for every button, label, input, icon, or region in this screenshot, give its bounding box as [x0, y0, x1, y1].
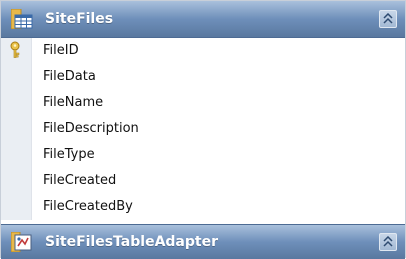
table-adapter-icon [10, 231, 33, 256]
collapse-table-button[interactable] [379, 10, 397, 28]
row-gutter [1, 116, 32, 142]
column-row[interactable]: FileName [1, 90, 405, 116]
chevron-up-double-icon [383, 236, 393, 247]
column-name: FileID [43, 43, 79, 58]
dataset-table-designer: SiteFiles FileID FileData FileName FileD… [0, 0, 406, 259]
table-adapter-title: SiteFilesTableAdapter [45, 234, 218, 250]
column-row[interactable]: FileCreated [1, 168, 405, 194]
collapse-adapter-button[interactable] [379, 233, 397, 251]
column-name: FileData [43, 69, 96, 84]
primary-key-icon [9, 41, 21, 63]
chevron-up-double-icon [383, 13, 393, 24]
column-name: FileCreatedBy [43, 199, 133, 214]
column-row[interactable]: FileCreatedBy [1, 194, 405, 220]
column-name: FileCreated [43, 173, 117, 188]
table-adapter-header[interactable]: SiteFilesTableAdapter [1, 224, 405, 259]
column-row[interactable]: FileType [1, 142, 405, 168]
table-header[interactable]: SiteFiles [1, 1, 405, 38]
row-gutter [1, 38, 32, 64]
column-list: FileID FileData FileName FileDescription… [1, 38, 405, 220]
row-gutter [1, 168, 32, 194]
row-gutter [1, 194, 32, 220]
column-name: FileType [43, 147, 95, 162]
row-gutter [1, 142, 32, 168]
column-name: FileName [43, 95, 104, 110]
column-name: FileDescription [43, 121, 139, 136]
table-title: SiteFiles [45, 11, 114, 27]
row-gutter [1, 64, 32, 90]
column-row[interactable]: FileDescription [1, 116, 405, 142]
row-gutter [1, 90, 32, 116]
column-row[interactable]: FileData [1, 64, 405, 90]
table-icon [10, 8, 33, 30]
column-row[interactable]: FileID [1, 38, 405, 64]
